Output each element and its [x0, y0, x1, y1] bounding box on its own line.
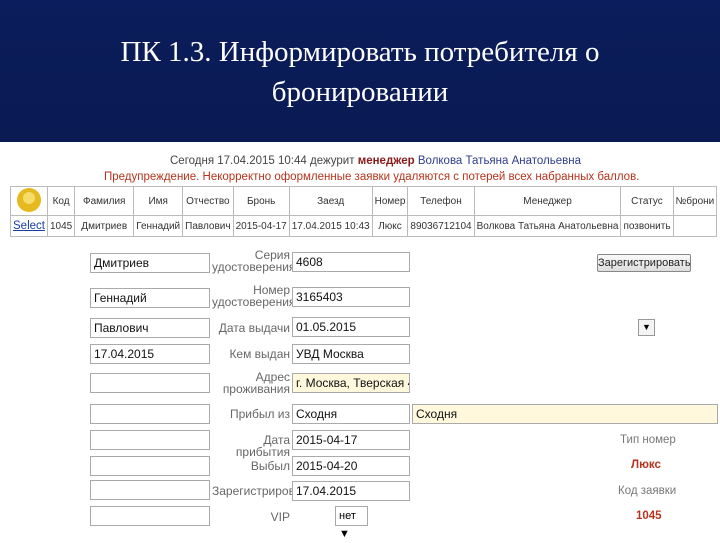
cell-booking: 2015-04-17: [232, 215, 290, 237]
arrived-from-input[interactable]: Сходня: [292, 404, 410, 424]
request-code-value: 1045: [636, 510, 662, 522]
title-line-1: ПК 1.3. Информировать потребителя о: [120, 36, 600, 68]
chevron-down-icon: ▼: [642, 322, 651, 332]
register-button[interactable]: Зарегистрировать: [597, 254, 691, 272]
warning-text: Предупреждение. Некорректно оформленные …: [104, 171, 640, 183]
room-type-label: Тип номер: [620, 434, 676, 446]
issued-by-label: Кем выдан: [229, 347, 290, 361]
address-input[interactable]: г. Москва, Тверская 454: [292, 373, 410, 393]
cell-patronymic: Павлович: [182, 215, 234, 237]
bookings-table: Код Фамилия Имя Отчество Бронь Заезд Ном…: [10, 186, 718, 237]
number-label: Номер удостоверения: [212, 283, 296, 309]
lastname-input[interactable]: Дмитриев: [90, 253, 210, 273]
departure-input[interactable]: 2015-04-20: [292, 456, 410, 476]
arrived-from-input-2[interactable]: Сходня: [412, 404, 718, 424]
registered-label: Зарегистрирован: [212, 484, 309, 498]
title-line-2: бронировании: [271, 76, 449, 108]
table-header-row: Код Фамилия Имя Отчество Бронь Заезд Ном…: [10, 186, 718, 216]
patronymic-input[interactable]: Павлович: [90, 318, 210, 338]
arrival-label: Дата прибытия: [235, 433, 290, 459]
th-firstname: Имя: [133, 186, 184, 216]
cell-code: 1045: [46, 215, 76, 237]
empty-field-1[interactable]: [90, 373, 210, 393]
empty-field-6[interactable]: [90, 506, 210, 526]
departure-label: Выбыл: [250, 459, 290, 473]
empty-field-3[interactable]: [90, 430, 210, 450]
empty-field-2[interactable]: [90, 404, 210, 424]
th-code: Код: [46, 186, 76, 216]
cell-checkin: 17.04.2015 10:43: [288, 215, 373, 237]
vip-label: VIP: [270, 510, 290, 524]
issued-by-input[interactable]: УВД Москва: [292, 344, 410, 364]
number-input[interactable]: 3165403: [292, 287, 410, 307]
status-manager-name: Волкова Татьяна Анатольевна: [417, 155, 582, 167]
avatar-cell: [10, 186, 48, 216]
series-input[interactable]: 4608: [292, 252, 410, 272]
arrived-from-label: Прибыл из: [229, 407, 290, 421]
cell-lastname: Дмитриев: [74, 215, 135, 237]
th-patronymic: Отчество: [182, 186, 234, 216]
th-booking-number: №брони: [672, 186, 718, 216]
request-code-label: Код заявки: [618, 485, 677, 497]
chevron-down-icon: ▼: [339, 528, 350, 540]
table-row: Select 1045 Дмитриев Геннадий Павлович 2…: [10, 215, 718, 237]
vip-select[interactable]: нет ▼: [335, 506, 368, 540]
th-status: Статус: [620, 186, 674, 216]
th-phone: Телефон: [407, 186, 475, 216]
avatar-icon: [16, 187, 41, 212]
select-link[interactable]: Select: [13, 220, 45, 232]
cell-manager: Волкова Татьяна Анатольевна: [473, 215, 622, 237]
th-lastname: Фамилия: [74, 186, 135, 216]
firstname-input[interactable]: Геннадий: [90, 288, 210, 308]
empty-field-4[interactable]: [90, 456, 210, 476]
series-label: Серия удостоверения: [212, 248, 296, 274]
cell-phone: 89036712104: [407, 215, 475, 237]
th-room: Номер: [371, 186, 409, 216]
issue-date-input[interactable]: 01.05.2015: [292, 317, 410, 337]
cell-status: позвонить: [620, 215, 674, 237]
vip-value: нет: [339, 510, 356, 522]
th-manager: Менеджер: [473, 186, 622, 216]
status-prefix: Сегодня 17.04.2015 10:44 дежурит: [170, 155, 358, 167]
slide-header: ПК 1.3. Информировать потребителя о брон…: [0, 0, 720, 142]
cell-room: Люкс: [371, 215, 409, 237]
th-checkin: Заезд: [288, 186, 373, 216]
slide-title: ПК 1.3. Информировать потребителя о брон…: [0, 32, 720, 112]
status-line: Сегодня 17.04.2015 10:44 дежурит менедже…: [170, 155, 581, 167]
status-role: менеджер: [357, 155, 415, 167]
th-booking: Бронь: [232, 186, 290, 216]
date-input[interactable]: 17.04.2015: [90, 344, 210, 364]
arrival-input[interactable]: 2015-04-17: [292, 430, 410, 450]
cell-booking-number: [672, 215, 718, 237]
registered-input[interactable]: 17.04.2015: [292, 481, 410, 501]
room-type-value: Люкс: [631, 459, 661, 471]
address-label: Адрес проживания: [222, 370, 290, 396]
issue-date-label: Дата выдачи: [218, 321, 290, 335]
select-cell[interactable]: Select: [10, 215, 48, 237]
empty-field-5[interactable]: [90, 480, 210, 500]
dropdown-toggle[interactable]: ▼: [638, 319, 655, 336]
cell-firstname: Геннадий: [133, 215, 184, 237]
